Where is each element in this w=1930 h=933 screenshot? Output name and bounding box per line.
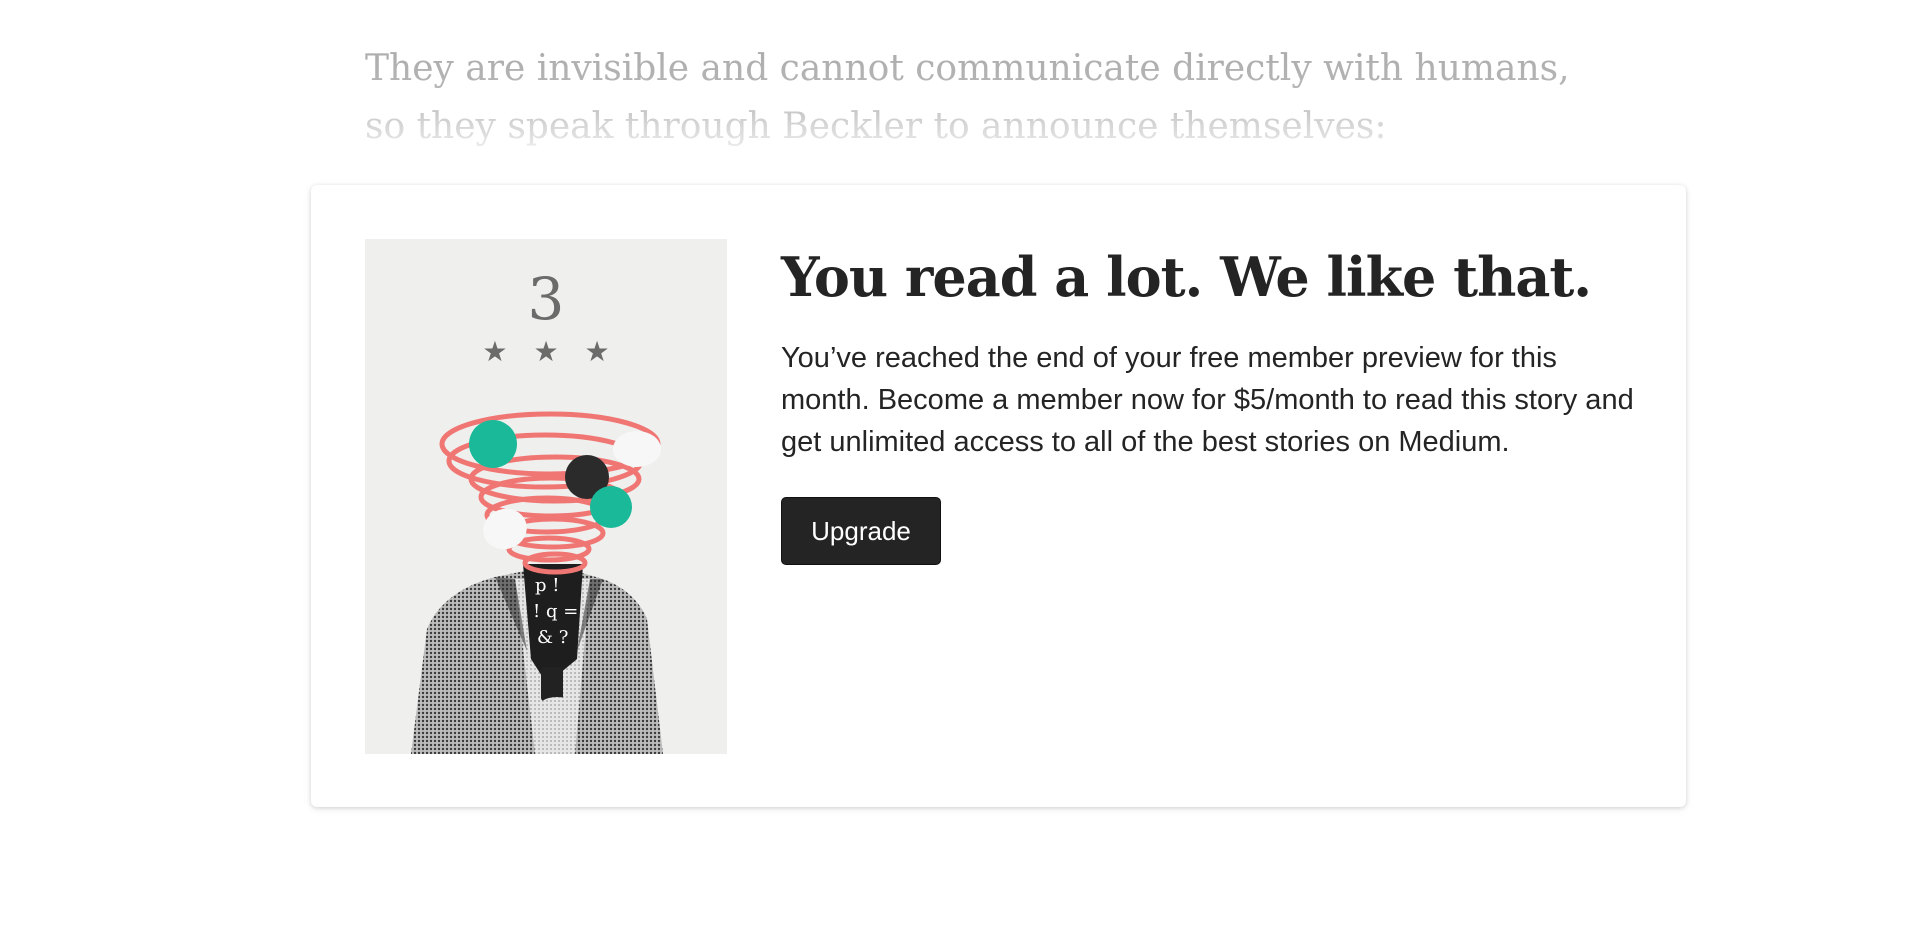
svg-text:& ?: & ?	[537, 627, 568, 648]
illustration-number: 3	[527, 265, 565, 333]
article-faded-paragraph: They are invisible and cannot communicat…	[365, 48, 1570, 147]
paywall-card: p ! ! q = & ? 3 ★★★ You read a lot. We l…	[311, 185, 1686, 807]
upgrade-button[interactable]: Upgrade	[781, 497, 941, 565]
illustration-stars: ★★★	[482, 335, 636, 368]
paywall-content: You read a lot. We like that. You’ve rea…	[781, 245, 1651, 565]
svg-text:p !: p !	[535, 575, 559, 596]
paywall-illustration: p ! ! q = & ? 3 ★★★	[365, 239, 727, 754]
svg-text:! q =: ! q =	[533, 601, 578, 622]
paywall-title: You read a lot. We like that.	[781, 245, 1592, 309]
paywall-description: You’ve reached the end of your free memb…	[781, 342, 1634, 458]
